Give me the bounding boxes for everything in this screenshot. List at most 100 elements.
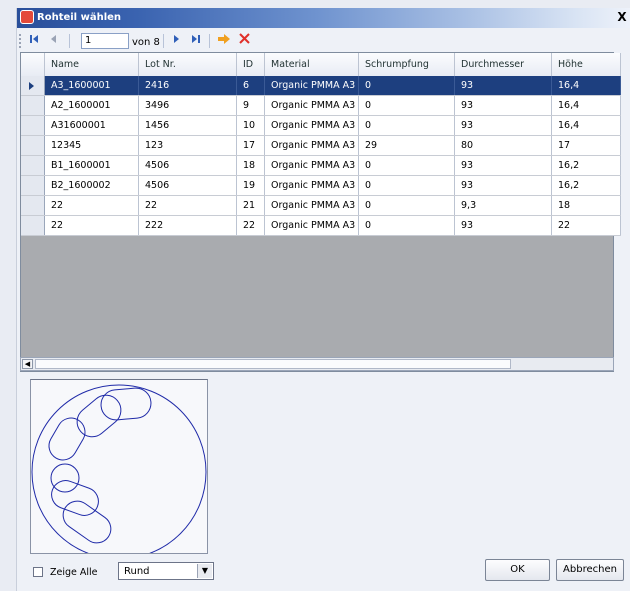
cell-id[interactable]: 21 bbox=[237, 196, 265, 215]
scrollbar-thumb[interactable] bbox=[35, 359, 511, 369]
shape-select[interactable]: Rund ▼ bbox=[118, 562, 214, 580]
row-selector[interactable] bbox=[21, 96, 45, 115]
cell-schrumpfung[interactable]: 0 bbox=[359, 76, 455, 95]
column-header-schrumpfung[interactable]: Schrumpfung bbox=[359, 53, 455, 76]
close-button[interactable]: X bbox=[615, 10, 629, 24]
cell-id[interactable]: 10 bbox=[237, 116, 265, 135]
ok-button[interactable]: OK bbox=[485, 559, 550, 581]
cell-name[interactable]: B1_1600001 bbox=[45, 156, 139, 175]
chevron-down-icon[interactable]: ▼ bbox=[197, 564, 212, 578]
cell-hoehe[interactable]: 22 bbox=[552, 216, 621, 235]
add-new-icon[interactable] bbox=[217, 32, 231, 50]
cell-schrumpfung[interactable]: 29 bbox=[359, 136, 455, 155]
cell-durchmesser[interactable]: 93 bbox=[455, 76, 552, 95]
table-row[interactable]: A2_1600001 3496 9 Organic PMMA A3 0 93 1… bbox=[21, 96, 621, 116]
cell-durchmesser[interactable]: 93 bbox=[455, 216, 552, 235]
cell-hoehe[interactable]: 17 bbox=[552, 136, 621, 155]
cell-hoehe[interactable]: 18 bbox=[552, 196, 621, 215]
cell-durchmesser[interactable]: 80 bbox=[455, 136, 552, 155]
cell-hoehe[interactable]: 16,4 bbox=[552, 76, 621, 95]
cell-lot-nr[interactable]: 3496 bbox=[139, 96, 237, 115]
cell-material[interactable]: Organic PMMA A3 bbox=[265, 156, 359, 175]
show-all-checkbox[interactable] bbox=[33, 567, 43, 577]
cell-durchmesser[interactable]: 93 bbox=[455, 176, 552, 195]
grid-header: Name Lot Nr. ID Material Schrumpfung Dur… bbox=[21, 53, 621, 77]
cell-id[interactable]: 19 bbox=[237, 176, 265, 195]
cell-lot-nr[interactable]: 1456 bbox=[139, 116, 237, 135]
cell-lot-nr[interactable]: 4506 bbox=[139, 176, 237, 195]
cell-durchmesser[interactable]: 93 bbox=[455, 116, 552, 135]
current-row-icon bbox=[29, 82, 34, 90]
horizontal-scrollbar[interactable]: ◀ bbox=[20, 357, 614, 371]
toolbar-grip[interactable] bbox=[19, 34, 23, 48]
row-selector[interactable] bbox=[21, 196, 45, 215]
cell-lot-nr[interactable]: 123 bbox=[139, 136, 237, 155]
move-previous-icon[interactable] bbox=[47, 32, 61, 50]
cell-name[interactable]: A31600001 bbox=[45, 116, 139, 135]
row-selector[interactable] bbox=[21, 76, 45, 95]
cell-durchmesser[interactable]: 93 bbox=[455, 96, 552, 115]
cell-material[interactable]: Organic PMMA A3 bbox=[265, 116, 359, 135]
row-selector[interactable] bbox=[21, 216, 45, 235]
cell-schrumpfung[interactable]: 0 bbox=[359, 176, 455, 195]
cell-name[interactable]: A2_1600001 bbox=[45, 96, 139, 115]
move-last-icon[interactable] bbox=[189, 32, 203, 50]
table-row[interactable]: 22 22 21 Organic PMMA A3 0 9,3 18 bbox=[21, 196, 621, 216]
cell-schrumpfung[interactable]: 0 bbox=[359, 96, 455, 115]
cell-name[interactable]: B2_1600002 bbox=[45, 176, 139, 195]
cell-material[interactable]: Organic PMMA A3 bbox=[265, 176, 359, 195]
cell-durchmesser[interactable]: 93 bbox=[455, 156, 552, 175]
table-row[interactable]: A31600001 1456 10 Organic PMMA A3 0 93 1… bbox=[21, 116, 621, 136]
table-row[interactable]: A3_1600001 2416 6 Organic PMMA A3 0 93 1… bbox=[21, 76, 621, 96]
row-selector[interactable] bbox=[21, 116, 45, 135]
cell-name[interactable]: 22 bbox=[45, 196, 139, 215]
delete-icon[interactable] bbox=[237, 32, 251, 50]
row-selector[interactable] bbox=[21, 176, 45, 195]
column-header-hoehe[interactable]: Höhe bbox=[552, 53, 621, 76]
table-row[interactable]: B1_1600001 4506 18 Organic PMMA A3 0 93 … bbox=[21, 156, 621, 176]
toolbar-separator bbox=[163, 34, 164, 48]
cell-hoehe[interactable]: 16,4 bbox=[552, 96, 621, 115]
cell-name[interactable]: 12345 bbox=[45, 136, 139, 155]
move-first-icon[interactable] bbox=[27, 32, 41, 50]
table-row[interactable]: 12345 123 17 Organic PMMA A3 29 80 17 bbox=[21, 136, 621, 156]
cell-lot-nr[interactable]: 222 bbox=[139, 216, 237, 235]
column-header-material[interactable]: Material bbox=[265, 53, 359, 76]
position-input[interactable]: 1 bbox=[81, 33, 129, 49]
toolbar-separator bbox=[209, 34, 210, 48]
column-header-durchmesser[interactable]: Durchmesser bbox=[455, 53, 552, 76]
cell-schrumpfung[interactable]: 0 bbox=[359, 116, 455, 135]
cell-name[interactable]: A3_1600001 bbox=[45, 76, 139, 95]
cell-id[interactable]: 6 bbox=[237, 76, 265, 95]
cell-id[interactable]: 18 bbox=[237, 156, 265, 175]
cell-schrumpfung[interactable]: 0 bbox=[359, 216, 455, 235]
cell-id[interactable]: 17 bbox=[237, 136, 265, 155]
scroll-left-icon[interactable]: ◀ bbox=[22, 359, 33, 369]
cell-lot-nr[interactable]: 2416 bbox=[139, 76, 237, 95]
cell-id[interactable]: 22 bbox=[237, 216, 265, 235]
column-header-lot-nr[interactable]: Lot Nr. bbox=[139, 53, 237, 76]
row-selector[interactable] bbox=[21, 156, 45, 175]
column-header-id[interactable]: ID bbox=[237, 53, 265, 76]
cell-id[interactable]: 9 bbox=[237, 96, 265, 115]
cell-schrumpfung[interactable]: 0 bbox=[359, 156, 455, 175]
move-next-icon[interactable] bbox=[169, 32, 183, 50]
table-row[interactable]: 22 222 22 Organic PMMA A3 0 93 22 bbox=[21, 216, 621, 236]
cell-lot-nr[interactable]: 22 bbox=[139, 196, 237, 215]
cell-lot-nr[interactable]: 4506 bbox=[139, 156, 237, 175]
cell-material[interactable]: Organic PMMA A3 bbox=[265, 96, 359, 115]
column-header-name[interactable]: Name bbox=[45, 53, 139, 76]
cell-durchmesser[interactable]: 9,3 bbox=[455, 196, 552, 215]
cell-material[interactable]: Organic PMMA A3 bbox=[265, 216, 359, 235]
cancel-button[interactable]: Abbrechen bbox=[556, 559, 624, 581]
cell-material[interactable]: Organic PMMA A3 bbox=[265, 136, 359, 155]
cell-name[interactable]: 22 bbox=[45, 216, 139, 235]
cell-material[interactable]: Organic PMMA A3 bbox=[265, 76, 359, 95]
cell-schrumpfung[interactable]: 0 bbox=[359, 196, 455, 215]
cell-material[interactable]: Organic PMMA A3 bbox=[265, 196, 359, 215]
cell-hoehe[interactable]: 16,2 bbox=[552, 176, 621, 195]
table-row[interactable]: B2_1600002 4506 19 Organic PMMA A3 0 93 … bbox=[21, 176, 621, 196]
cell-hoehe[interactable]: 16,4 bbox=[552, 116, 621, 135]
cell-hoehe[interactable]: 16,2 bbox=[552, 156, 621, 175]
row-selector[interactable] bbox=[21, 136, 45, 155]
